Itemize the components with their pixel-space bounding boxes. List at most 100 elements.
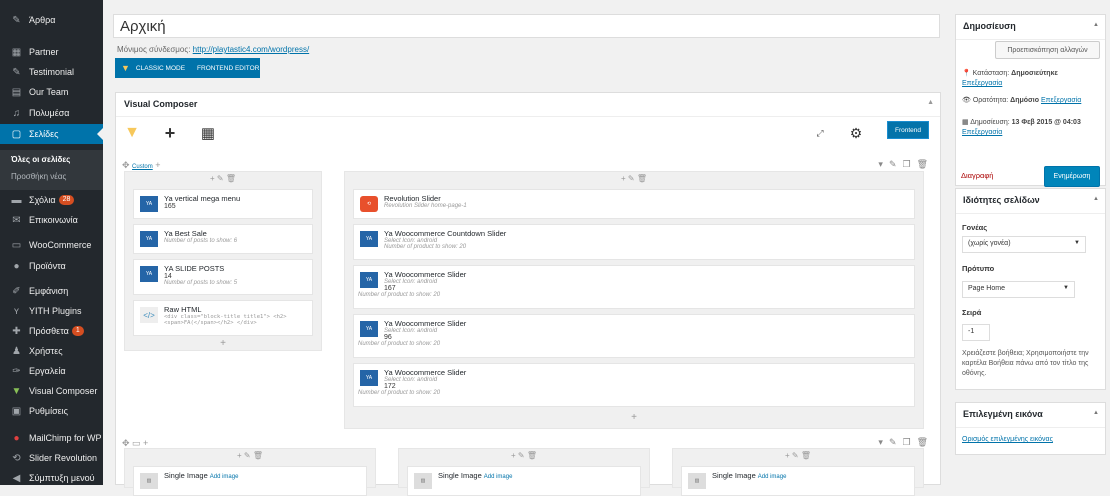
sidebar-item-pages[interactable]: ▢ Σελίδες xyxy=(0,124,103,144)
frontend-editor-button[interactable]: FRONTEND EDITOR xyxy=(191,58,265,78)
trash-icon[interactable]: 🗑 xyxy=(917,437,928,448)
element-raw-html[interactable]: </> Raw HTML <div class="block-title tit… xyxy=(133,300,313,336)
column-controls[interactable]: + ✎ 🗑 xyxy=(125,174,321,183)
element-title: Single Image xyxy=(438,471,482,480)
add-to-column-icon[interactable]: + xyxy=(345,412,923,423)
collapse-arrow-icon[interactable]: ▲ xyxy=(1093,196,1099,202)
comments-icon: ▬ xyxy=(11,194,22,206)
sidebar-item-label: Πρόσθετα xyxy=(29,326,69,336)
sidebar-item-label: Προϊόντα xyxy=(29,261,66,271)
sidebar-item-testimonial[interactable]: ✎ Testimonial xyxy=(0,62,103,82)
row-controls[interactable]: ✥ Custom + xyxy=(122,160,160,171)
ya-element-icon: YA xyxy=(140,231,158,247)
sidebar-item-appearance[interactable]: ✐ Εμφάνιση xyxy=(0,281,103,301)
element-number: 165 xyxy=(164,203,176,210)
layout-icon[interactable]: ▦ xyxy=(198,121,218,145)
featured-header[interactable]: Επιλεγμένη εικόνα ▲ xyxy=(956,403,1105,428)
settings-icon: ▣ xyxy=(11,405,22,417)
attributes-header[interactable]: Ιδιότητες σελίδων ▲ xyxy=(956,189,1105,214)
sidebar-item-products[interactable]: ● Προϊόντα xyxy=(0,256,103,276)
element-single-image[interactable]: ▨ Single Image Add image xyxy=(681,466,915,496)
element-woo-slider[interactable]: YA Ya Woocommerce Slider Select Icon: an… xyxy=(353,265,915,309)
add-image-link[interactable]: Add image xyxy=(758,474,787,480)
element-single-image[interactable]: ▨ Single Image Add image xyxy=(133,466,367,496)
parent-select[interactable]: (χωρίς γονέα) ▼ xyxy=(962,236,1086,253)
order-input[interactable]: -1 xyxy=(962,324,990,341)
preview-changes-button[interactable]: Προεπισκόπηση αλλαγών xyxy=(995,41,1100,59)
submenu-all-pages[interactable]: Όλες οι σελίδες xyxy=(11,155,70,164)
edit-visibility-link[interactable]: Επεξεργασία xyxy=(1041,97,1081,104)
settings-gear-icon[interactable]: ⚙ xyxy=(846,121,866,145)
template-value: Page Home xyxy=(968,285,1005,292)
appearance-icon: ✐ xyxy=(12,285,21,297)
add-image-link[interactable]: Add image xyxy=(210,474,239,480)
sidebar-item-tools[interactable]: ✑ Εργαλεία xyxy=(0,361,103,381)
sidebar-item-posts[interactable]: ✎ Άρθρα xyxy=(0,10,103,30)
sidebar-item-comments[interactable]: ▬ Σχόλια 28 xyxy=(0,190,103,210)
sidebar-item-woocommerce[interactable]: ▭ WooCommerce xyxy=(0,235,103,255)
trash-icon[interactable]: 🗑 xyxy=(917,159,928,170)
collapse-arrow-icon[interactable]: ▲ xyxy=(1093,22,1099,28)
classic-mode-button[interactable]: CLASSIC MODE xyxy=(130,58,191,78)
sidebar-item-users[interactable]: ♟ Χρήστες xyxy=(0,341,103,361)
sidebar-collapse[interactable]: ◀ Σύμπτυξη μενού xyxy=(0,468,103,488)
column-controls[interactable]: + ✎ 🗑 xyxy=(125,451,375,460)
sidebar-item-partner[interactable]: ▦ Partner xyxy=(0,42,103,62)
submenu-add-new[interactable]: Προσθήκη νέας xyxy=(11,172,66,181)
element-revolution-slider[interactable]: ⟲ Revolution Slider Revolution Slider ho… xyxy=(353,189,915,219)
sidebar-item-mailchimp[interactable]: ● MailChimp for WP xyxy=(0,428,103,448)
column-controls[interactable]: + ✎ 🗑 xyxy=(345,174,923,183)
image-icon: ▨ xyxy=(688,473,706,489)
add-element-icon[interactable]: + xyxy=(160,121,180,145)
permalink-link[interactable]: http://playtastic4.com/wordpress/ xyxy=(193,45,310,54)
eye-icon: 👁 xyxy=(962,97,971,104)
template-label: Πρότυπο xyxy=(962,264,995,273)
fullscreen-icon[interactable]: ⤢ xyxy=(810,121,830,145)
sidebar-item-vc[interactable]: ▼ Visual Composer xyxy=(0,381,103,401)
collapse-arrow-icon[interactable]: ▲ xyxy=(927,99,934,106)
sidebar-item-contact[interactable]: ✉ Επικοινωνία xyxy=(0,210,103,230)
add-to-column-icon[interactable]: + xyxy=(125,338,321,349)
publish-header[interactable]: Δημοσίευση ▲ xyxy=(956,15,1105,40)
element-countdown-slider[interactable]: YA Ya Woocommerce Countdown Slider Selec… xyxy=(353,224,915,260)
element-best-sale[interactable]: YA Ya Best Sale Number of posts to show:… xyxy=(133,224,313,254)
admin-sidebar: ✎ Άρθρα ▦ Partner ✎ Testimonial ▤ Our Team ♫… xyxy=(0,0,103,485)
collapse-arrow-icon[interactable]: ▲ xyxy=(1093,410,1099,416)
sidebar-item-settings[interactable]: ▣ Ρυθμίσεις xyxy=(0,401,103,421)
sidebar-item-plugins[interactable]: ✚ Πρόσθετα 1 xyxy=(0,321,103,341)
element-number: 14 xyxy=(164,273,172,280)
featured-title: Επιλεγμένη εικόνα xyxy=(963,409,1043,419)
row-actions[interactable]: ▾ ✎ ❐ 🗑 xyxy=(878,159,928,170)
edit-icon[interactable]: ✎ xyxy=(889,437,897,448)
sidebar-item-team[interactable]: ▤ Our Team xyxy=(0,82,103,102)
element-slide-posts[interactable]: YA YA SLIDE POSTS 14 Number of posts to … xyxy=(133,259,313,295)
element-woo-slider[interactable]: YA Ya Woocommerce Slider Select Icon: an… xyxy=(353,363,915,407)
vc-frontend-button[interactable]: Frontend xyxy=(887,121,929,139)
dropdown-icon[interactable]: ▾ xyxy=(878,437,883,448)
template-select[interactable]: Page Home ▼ xyxy=(962,281,1075,298)
sidebar-item-slider-revolution[interactable]: ⟲ Slider Revolution xyxy=(0,448,103,468)
edit-status-link[interactable]: Επεξεργασία xyxy=(962,80,1002,87)
row-custom-tag[interactable]: Custom xyxy=(132,164,153,170)
delete-link[interactable]: Διαγραφή xyxy=(961,171,993,180)
vc-logo-icon[interactable]: ▼ xyxy=(122,121,142,145)
update-button[interactable]: Ενημέρωση xyxy=(1044,166,1100,187)
clone-icon[interactable]: ❐ xyxy=(902,437,910,448)
edit-date-link[interactable]: Επεξεργασία xyxy=(962,129,1002,136)
set-featured-image-link[interactable]: Ορισμός επιλεγμένης εικόνας xyxy=(962,436,1053,443)
row2-actions[interactable]: ▾ ✎ ❐ 🗑 xyxy=(878,437,928,448)
column-controls[interactable]: + ✎ 🗑 xyxy=(399,451,649,460)
plugins-icon: ✚ xyxy=(12,325,21,337)
clone-icon[interactable]: ❐ xyxy=(902,159,910,170)
sidebar-item-media[interactable]: ♫ Πολυμέσα xyxy=(0,103,103,123)
sidebar-item-yith[interactable]: ʏ YITH Plugins xyxy=(0,301,103,321)
publish-title: Δημοσίευση xyxy=(963,21,1016,31)
column-controls[interactable]: + ✎ 🗑 xyxy=(673,451,923,460)
element-woo-slider[interactable]: YA Ya Woocommerce Slider Select Icon: an… xyxy=(353,314,915,358)
element-single-image[interactable]: ▨ Single Image Add image xyxy=(407,466,641,496)
dropdown-icon[interactable]: ▾ xyxy=(878,159,883,170)
title-input[interactable]: Αρχική xyxy=(113,14,940,38)
add-image-link[interactable]: Add image xyxy=(484,474,513,480)
edit-icon[interactable]: ✎ xyxy=(889,159,897,170)
element-vertical-menu[interactable]: YA Ya vertical mega menu 165 xyxy=(133,189,313,219)
